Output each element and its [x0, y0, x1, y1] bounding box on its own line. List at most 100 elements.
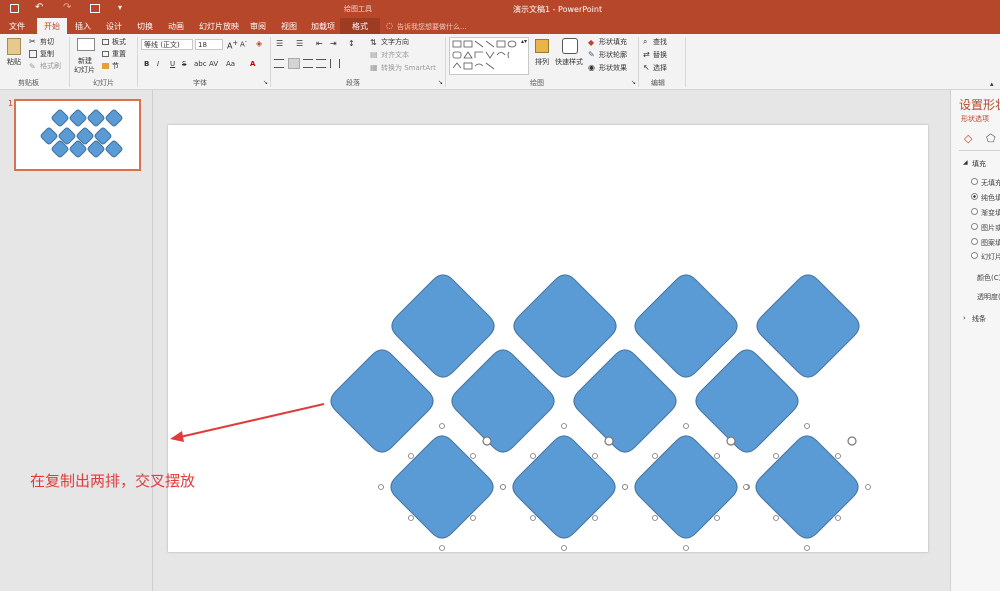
- resize-handle[interactable]: [530, 515, 536, 521]
- line-spacing-icon[interactable]: ↕: [348, 39, 355, 48]
- text-direction-button[interactable]: 文字方向: [381, 38, 409, 47]
- thumb-diamond-row1-1[interactable]: [51, 109, 69, 127]
- resize-handle[interactable]: [743, 484, 749, 490]
- tab-slideshow[interactable]: 幻灯片放映: [199, 21, 239, 32]
- align-text-button[interactable]: 对齐文本: [381, 51, 409, 60]
- decrease-indent-icon[interactable]: ⇤: [316, 39, 323, 48]
- font-name-dropdown[interactable]: 等线 (正文): [141, 39, 193, 50]
- resize-handle[interactable]: [561, 423, 567, 429]
- bullets-icon[interactable]: ☰: [276, 39, 283, 48]
- shape-fill-button[interactable]: 形状填充: [599, 38, 627, 47]
- replace-button[interactable]: 替换: [653, 51, 667, 60]
- resize-handle[interactable]: [378, 484, 384, 490]
- diamond-shape-row2-3[interactable]: [573, 349, 677, 453]
- diamond-shape-row1-3[interactable]: [634, 274, 738, 378]
- copy-button[interactable]: 复制: [40, 50, 54, 59]
- resize-handle[interactable]: [804, 545, 810, 551]
- tab-file[interactable]: 文件: [9, 21, 25, 32]
- diamond-shape-row2-1[interactable]: [330, 349, 434, 453]
- resize-handle[interactable]: [773, 453, 779, 459]
- shape-outline-button[interactable]: 形状轮廓: [599, 51, 627, 60]
- drawing-dialog-launcher-icon[interactable]: ↘: [631, 79, 636, 86]
- diamond-shape-row2-4[interactable]: [695, 349, 799, 453]
- line-section-chevron-icon[interactable]: ›: [963, 314, 966, 322]
- redo-icon[interactable]: ↷: [63, 2, 71, 13]
- resize-handle[interactable]: [439, 545, 445, 551]
- font-color-button[interactable]: A: [250, 60, 255, 69]
- columns-icon[interactable]: [330, 59, 340, 68]
- increase-indent-icon[interactable]: ⇥: [330, 39, 337, 48]
- resize-handle[interactable]: [500, 484, 506, 490]
- present-icon[interactable]: [90, 4, 100, 13]
- select-button[interactable]: 选择: [653, 64, 667, 73]
- resize-handle[interactable]: [530, 453, 536, 459]
- align-right-icon[interactable]: [303, 59, 313, 68]
- resize-handle[interactable]: [592, 515, 598, 521]
- resize-handle[interactable]: [439, 423, 445, 429]
- diamond-shape-selected-4[interactable]: [755, 435, 859, 539]
- slide-thumbnail[interactable]: [14, 99, 141, 171]
- resize-handle[interactable]: [652, 453, 658, 459]
- diamond-shape-row1-2[interactable]: [513, 274, 617, 378]
- resize-handle[interactable]: [714, 515, 720, 521]
- pattern-fill-radio[interactable]: [971, 238, 978, 245]
- layout-button[interactable]: 板式: [112, 38, 126, 47]
- resize-handle[interactable]: [470, 515, 476, 521]
- justify-icon[interactable]: [316, 59, 326, 68]
- tab-view[interactable]: 视图: [281, 21, 297, 32]
- font-dialog-launcher-icon[interactable]: ↘: [263, 79, 268, 86]
- tab-review[interactable]: 审阅: [250, 21, 266, 32]
- slide-bg-fill-radio[interactable]: [971, 252, 978, 259]
- thumb-diamond-row1-3[interactable]: [87, 109, 105, 127]
- resize-handle[interactable]: [622, 484, 628, 490]
- strikethrough-button[interactable]: S: [182, 60, 186, 69]
- diamond-shape-row1-4[interactable]: [756, 274, 860, 378]
- no-fill-radio[interactable]: [971, 178, 978, 185]
- thumb-diamond-row1-2[interactable]: [69, 109, 87, 127]
- resize-handle[interactable]: [652, 515, 658, 521]
- thumb-diamond-row1-4[interactable]: [105, 109, 123, 127]
- resize-handle[interactable]: [773, 515, 779, 521]
- slide-canvas[interactable]: [168, 125, 928, 552]
- cut-button[interactable]: 剪切: [40, 38, 54, 47]
- resize-handle[interactable]: [592, 453, 598, 459]
- line-section-header[interactable]: 线条: [972, 314, 986, 324]
- thumb-diamond-row2-1[interactable]: [40, 127, 58, 145]
- diamond-shape-row1-1[interactable]: [391, 274, 495, 378]
- align-center-icon[interactable]: [288, 58, 300, 69]
- tell-me-search[interactable]: 告诉我您想要做什么...: [397, 22, 467, 32]
- reset-button[interactable]: 重置: [112, 50, 126, 59]
- fill-section-header[interactable]: 填充: [972, 159, 986, 169]
- rotate-handle[interactable]: [726, 436, 736, 446]
- collapse-ribbon-icon[interactable]: ▴: [990, 80, 994, 88]
- resize-handle[interactable]: [714, 453, 720, 459]
- diamond-shape-selected-1[interactable]: [390, 435, 494, 539]
- customize-qat-icon[interactable]: ▾: [118, 3, 122, 12]
- resize-handle[interactable]: [683, 545, 689, 551]
- tab-addins[interactable]: 加载项: [311, 21, 335, 32]
- quick-styles-button[interactable]: 快速样式: [555, 58, 583, 67]
- resize-handle[interactable]: [561, 545, 567, 551]
- tab-home[interactable]: 开始: [44, 21, 60, 32]
- paragraph-dialog-launcher-icon[interactable]: ↘: [438, 79, 443, 86]
- shrink-font-icon[interactable]: A-: [240, 39, 247, 48]
- format-pane-subtitle[interactable]: 形状选项: [961, 114, 989, 124]
- paste-button[interactable]: 粘贴: [7, 58, 21, 67]
- resize-handle[interactable]: [835, 453, 841, 459]
- diamond-shape-selected-3[interactable]: [634, 435, 738, 539]
- resize-handle[interactable]: [804, 423, 810, 429]
- tab-insert[interactable]: 插入: [75, 21, 91, 32]
- diamond-shape-selected-2[interactable]: [512, 435, 616, 539]
- font-size-dropdown[interactable]: 18: [195, 39, 223, 50]
- thumb-diamond-row3-4[interactable]: [105, 140, 123, 158]
- fill-line-icon[interactable]: ◇: [964, 132, 972, 145]
- effects-icon[interactable]: ⬠: [986, 132, 996, 145]
- new-slide-icon[interactable]: [77, 38, 95, 51]
- smartart-button[interactable]: 转换为 SmartArt: [381, 64, 436, 73]
- bold-button[interactable]: B: [144, 60, 149, 69]
- numbering-icon[interactable]: ☰: [296, 39, 303, 48]
- save-icon[interactable]: [10, 4, 19, 13]
- rotate-handle[interactable]: [847, 436, 857, 446]
- grow-font-icon[interactable]: A+: [227, 39, 238, 51]
- fill-section-chevron-icon[interactable]: ◢: [963, 159, 968, 166]
